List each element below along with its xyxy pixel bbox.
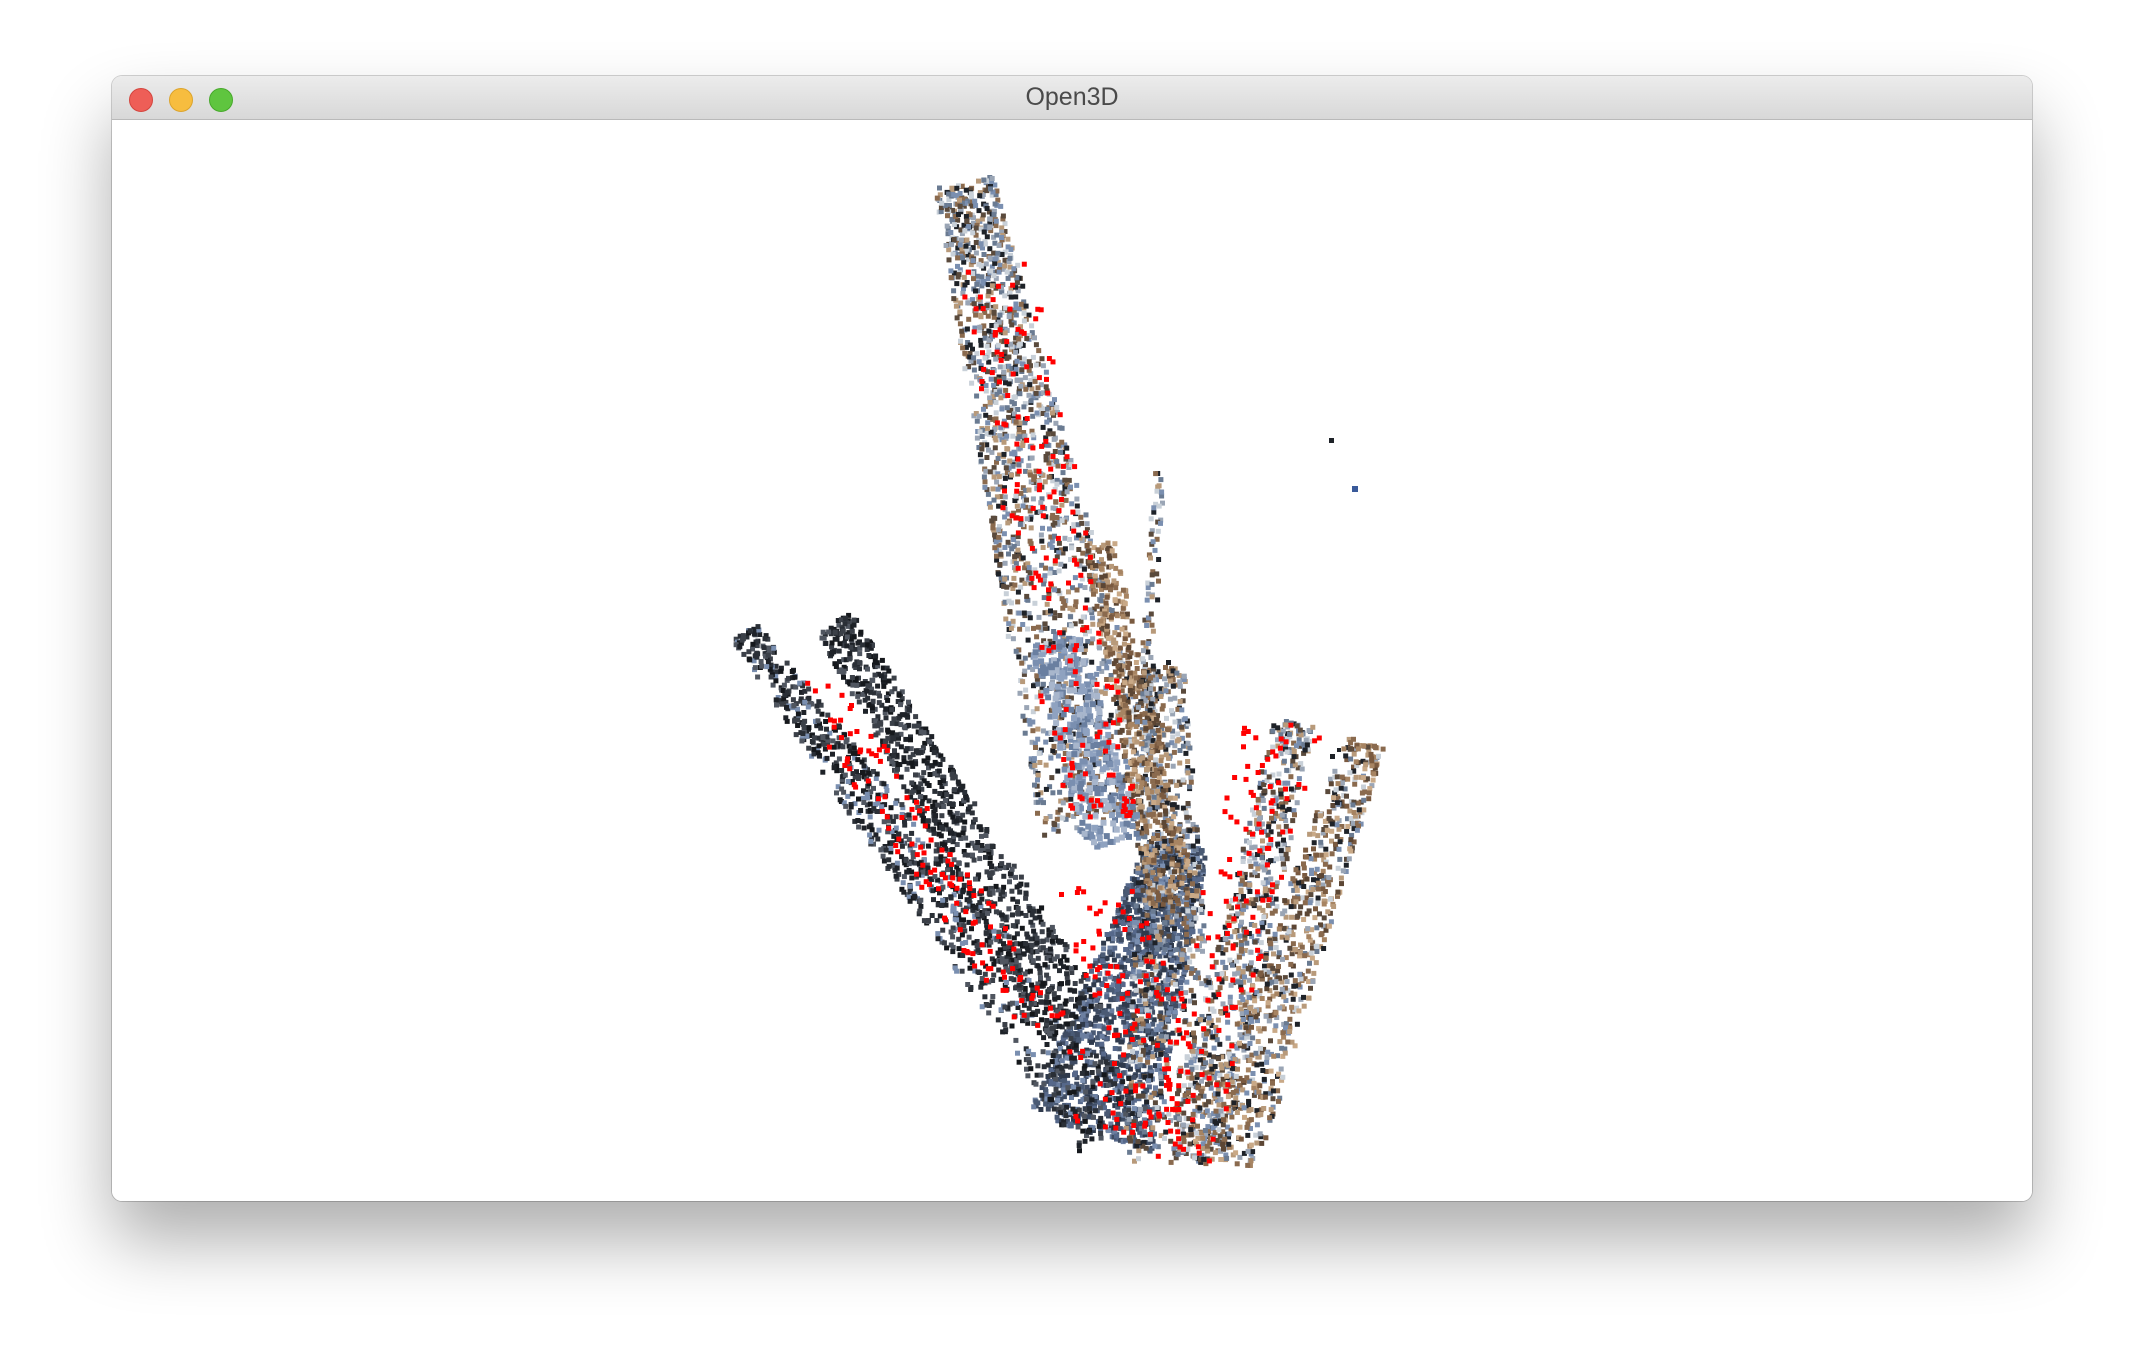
3d-viewport[interactable]	[112, 120, 2032, 1201]
desktop: Open3D	[0, 0, 2144, 1348]
open3d-window: Open3D	[112, 76, 2032, 1201]
point-cloud[interactable]	[112, 120, 2032, 1201]
title-bar[interactable]: Open3D	[112, 76, 2032, 120]
window-title: Open3D	[1025, 83, 1119, 111]
